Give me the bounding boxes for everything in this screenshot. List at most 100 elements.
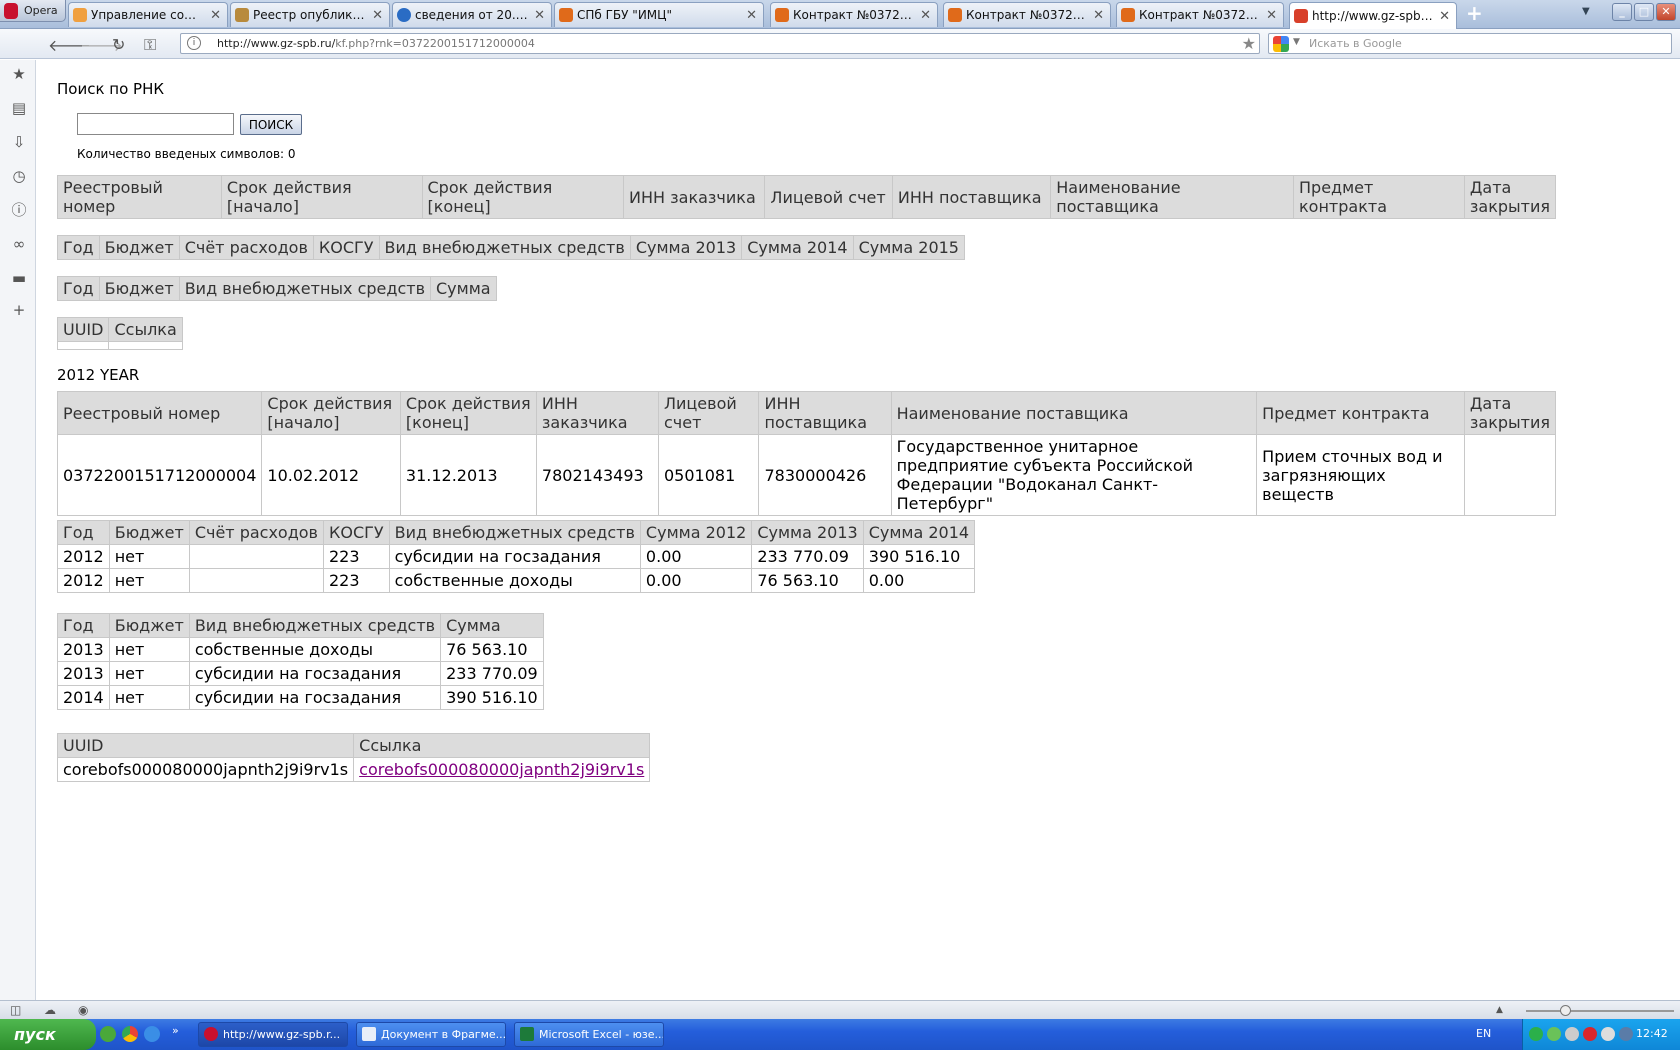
column-header: Год xyxy=(57,520,110,545)
chrome-icon[interactable] xyxy=(122,1026,138,1042)
tab-close-icon[interactable]: ✕ xyxy=(1093,8,1104,23)
column-header: Предмет контракта xyxy=(1256,391,1465,435)
tab-6[interactable]: Контракт №037220015... ✕ xyxy=(943,2,1111,27)
column-header: Предмет контракта xyxy=(1293,175,1465,219)
table-cell: 233 770.09 xyxy=(440,661,544,686)
table-cell: Прием сточных вод и загрязняющих веществ xyxy=(1256,434,1465,516)
tab-8-active[interactable]: http://www.gz-spb.ru/kf... ✕ xyxy=(1289,2,1457,29)
maximize-icon[interactable]: □ xyxy=(1634,3,1654,21)
search-box[interactable]: ▼ Искать в Google xyxy=(1268,33,1672,54)
history-clock-icon[interactable]: ◷ xyxy=(10,167,28,185)
tab-3[interactable]: сведения от 20.12.201... ✕ xyxy=(392,2,552,27)
tab-close-icon[interactable]: ✕ xyxy=(1439,9,1450,24)
zoom-up-icon[interactable]: ▲ xyxy=(1496,1005,1503,1015)
page-favicon-icon xyxy=(559,8,573,22)
column-header: Сумма 2013 xyxy=(629,235,743,260)
tab-close-icon[interactable]: ✕ xyxy=(210,8,221,23)
bookmarks-star-icon[interactable]: ★ xyxy=(10,65,28,83)
column-header: Год xyxy=(57,276,100,301)
tab-title: сведения от 20.12.201... xyxy=(415,8,528,22)
quicklaunch-app-icon[interactable] xyxy=(100,1026,116,1042)
column-header: Ссылка xyxy=(353,733,651,758)
quicklaunch-more-icon[interactable]: » xyxy=(172,1024,179,1037)
task-label: Документ в Фрагме... xyxy=(381,1028,506,1041)
panel-toggle-icon[interactable]: ◫ xyxy=(10,1003,21,1017)
site-info-icon[interactable]: i xyxy=(187,36,201,50)
column-header: Сумма xyxy=(440,613,544,638)
column-header: Сумма 2015 xyxy=(852,235,965,260)
table-cell: субсидии на госзадания xyxy=(388,544,641,569)
tray-app-icon[interactable] xyxy=(1529,1027,1543,1041)
table-row: corebofs000080000japnth2j9i9rv1s corebof… xyxy=(56,757,651,782)
table-cell xyxy=(1463,434,1557,516)
search-engine-dropdown-icon[interactable]: ▼ xyxy=(1293,37,1300,47)
task-document[interactable]: Документ в Фрагме... xyxy=(356,1022,506,1047)
minimize-icon[interactable]: _ xyxy=(1612,3,1632,21)
zoom-slider-thumb[interactable] xyxy=(1560,1005,1571,1016)
tray-network-icon[interactable] xyxy=(1565,1027,1579,1041)
tab-close-icon[interactable]: ✕ xyxy=(746,8,757,23)
task-opera[interactable]: http://www.gz-spb.r... xyxy=(198,1022,348,1047)
column-header: Сумма 2014 xyxy=(862,520,976,545)
links-icon[interactable]: ∞ xyxy=(10,235,28,253)
task-excel[interactable]: Microsoft Excel - юзе... xyxy=(514,1022,664,1047)
table-row: 2013 нет собственные доходы 76 563.10 xyxy=(57,637,544,662)
antivirus-icon[interactable] xyxy=(1583,1027,1597,1041)
network-icon[interactable] xyxy=(1619,1027,1633,1041)
info-icon[interactable]: ⓘ xyxy=(10,201,28,219)
zoom-slider[interactable] xyxy=(1526,1010,1674,1012)
table-cell: 390 516.10 xyxy=(862,544,976,569)
language-indicator[interactable]: EN xyxy=(1476,1027,1491,1040)
tab-1[interactable]: Управление содержим... ✕ xyxy=(68,2,228,27)
start-button[interactable]: пуск xyxy=(0,1019,96,1050)
tab-menu-chevron-icon[interactable]: ▼ xyxy=(1582,6,1590,17)
table-cell: субсидии на госзадания xyxy=(188,661,442,686)
tab-close-icon[interactable]: ✕ xyxy=(372,8,383,23)
document-link[interactable]: corebofs000080000japnth2j9i9rv1s xyxy=(359,760,644,779)
tab-4[interactable]: СПб ГБУ "ИМЦ" ✕ xyxy=(554,2,764,27)
address-bar[interactable]: i http://www.gz-spb.ru/kf.php?rnk=037220… xyxy=(180,33,1260,54)
tab-7[interactable]: Контракт №037220015... ✕ xyxy=(1116,2,1284,27)
contract-table: Реестровый номер Срок действия [начало] … xyxy=(56,391,1557,516)
documents-table: UUID Ссылка corebofs000080000japnth2j9i9… xyxy=(56,733,651,782)
column-header: Вид внебюджетных средств xyxy=(388,520,641,545)
tab-2[interactable]: Реестр опубликованны... ✕ xyxy=(230,2,390,27)
table-cell: собственные доходы xyxy=(388,568,641,593)
table-cell xyxy=(188,568,324,593)
table-cell: 0372200151712000004 xyxy=(56,434,263,516)
table-cell: 7830000426 xyxy=(758,434,892,516)
column-header: Счёт расходов xyxy=(188,520,324,545)
column-header: Дата закрытия xyxy=(1463,175,1557,219)
table-row: 0372200151712000004 10.02.2012 31.12.201… xyxy=(56,434,1557,516)
column-header: Вид внебюджетных средств xyxy=(178,276,432,301)
new-tab-icon[interactable]: + xyxy=(1466,3,1486,23)
column-header: Срок действия [конец] xyxy=(399,391,537,435)
volume-icon[interactable] xyxy=(1601,1027,1615,1041)
column-header: Ссылка xyxy=(108,317,183,342)
speed-dial-icon[interactable]: ◉ xyxy=(78,1003,88,1017)
tray-app-icon[interactable] xyxy=(1547,1027,1561,1041)
windows-panel-icon[interactable]: ▬ xyxy=(10,269,28,287)
column-header: Наименование поставщика xyxy=(1050,175,1295,219)
payments-table: Год Бюджет Вид внебюджетных средств Сумм… xyxy=(57,613,544,710)
search-button[interactable]: ПОИСК xyxy=(240,114,302,135)
opera-menu-button[interactable]: Opera xyxy=(0,0,66,22)
task-label: Microsoft Excel - юзе... xyxy=(539,1028,664,1041)
add-panel-icon[interactable]: + xyxy=(10,301,28,319)
bookmark-star-icon[interactable]: ★ xyxy=(1242,34,1256,53)
column-header: Сумма 2014 xyxy=(741,235,854,260)
tab-5[interactable]: Контракт №037220015... ✕ xyxy=(770,2,938,27)
reload-icon[interactable]: ↻ xyxy=(112,35,125,54)
uuid-table-empty: UUID Ссылка xyxy=(56,317,183,350)
downloads-icon[interactable]: ⇩ xyxy=(10,133,28,151)
rnk-search-input[interactable] xyxy=(77,113,234,135)
close-window-icon[interactable]: ✕ xyxy=(1656,3,1676,21)
key-icon[interactable]: ⚿ xyxy=(144,35,156,55)
tab-close-icon[interactable]: ✕ xyxy=(1266,8,1277,23)
search-placeholder: Искать в Google xyxy=(1309,37,1402,50)
ie-icon[interactable] xyxy=(144,1026,160,1042)
tab-close-icon[interactable]: ✕ xyxy=(920,8,931,23)
cloud-icon[interactable]: ☁ xyxy=(44,1003,56,1017)
notes-icon[interactable]: ▤ xyxy=(10,99,28,117)
tab-close-icon[interactable]: ✕ xyxy=(534,8,545,23)
